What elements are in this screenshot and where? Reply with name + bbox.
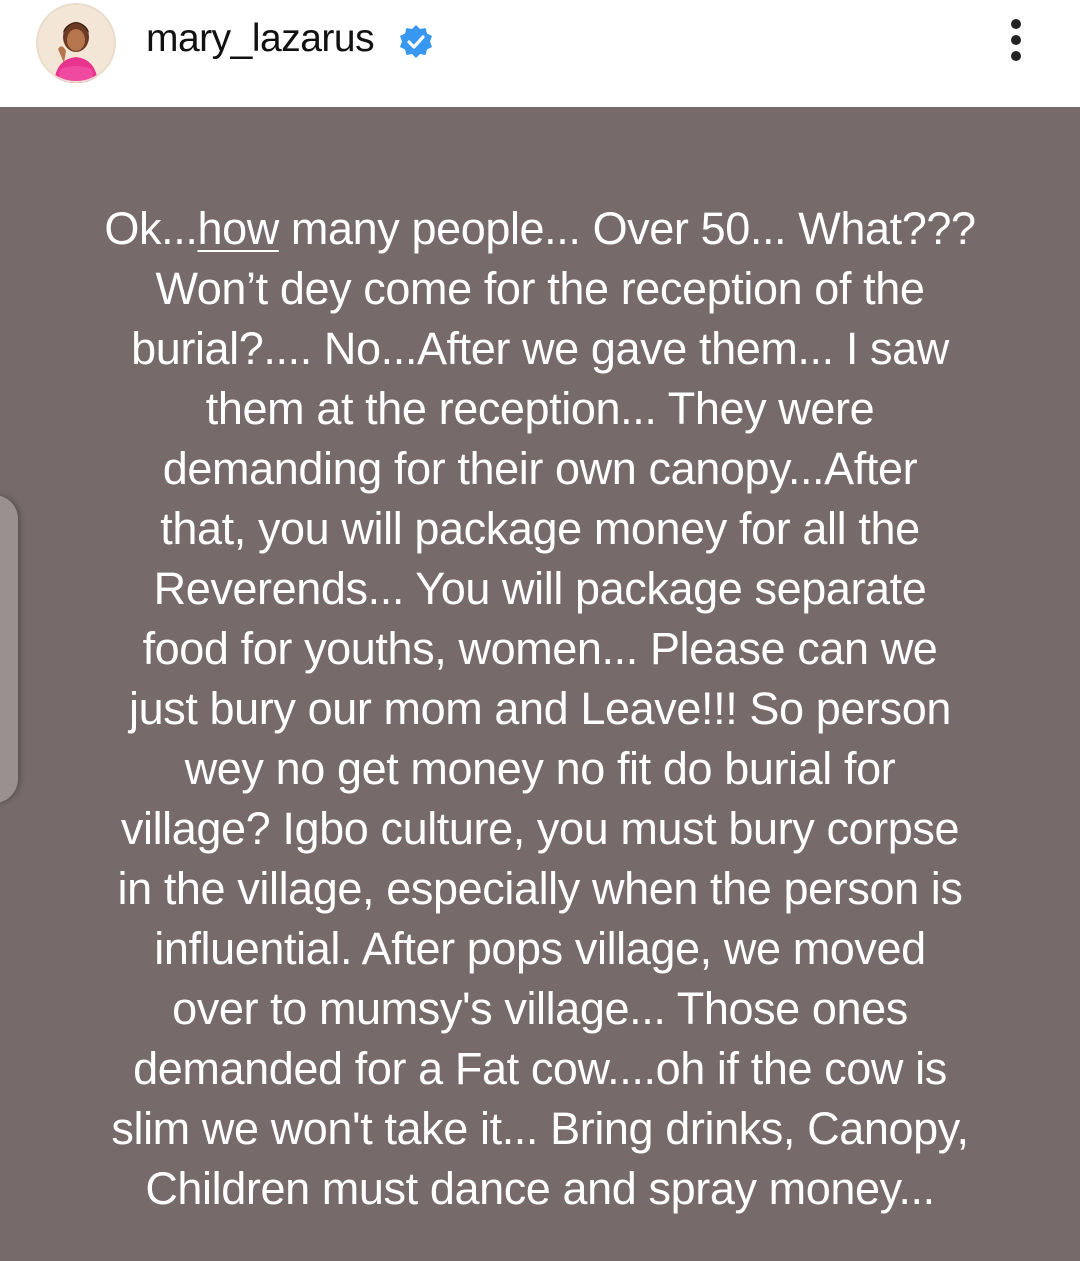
post-text-line: demanding for their own canopy...After (162, 443, 918, 494)
verified-badge-icon (400, 25, 432, 58)
profile-photo-icon (36, 3, 116, 83)
post-text-line: Reverends... You will package separate (153, 563, 927, 614)
post-text-line: wey no get money no fit do burial for (184, 743, 896, 794)
avatar[interactable] (36, 3, 116, 83)
inline-link[interactable]: how (197, 203, 279, 254)
side-panel-handle[interactable] (0, 495, 18, 803)
post-text-line: demanded for a Fat cow....oh if the cow … (133, 1043, 947, 1094)
post-text-line: burial?.... No...After we gave them... I… (131, 323, 949, 374)
post-text-line: Children must dance and spray money... (145, 1163, 935, 1214)
post-text-fragment: many people... Over 50... What??? (278, 203, 976, 254)
post-text-line: influential. After pops village, we move… (154, 923, 926, 974)
post-content: Ok...how many people... Over 50... What?… (0, 107, 1080, 1261)
post-text-line: food for youths, women... Please can we (142, 623, 938, 674)
post-text-line: village? Igbo culture, you must bury cor… (120, 803, 960, 854)
post-text-line: slim we won't take it... Bring drinks, C… (111, 1103, 969, 1154)
post-text-line: Ok...how many people... Over 50... What?… (30, 199, 1050, 259)
post-text: Ok...how many people... Over 50... What?… (30, 199, 1050, 1219)
post-text-line: that, you will package money for all the (160, 503, 920, 554)
post-text-line: Won’t dey come for the reception of the (155, 263, 925, 314)
post-text-fragment: Ok... (104, 203, 198, 254)
username[interactable]: mary_lazarus (146, 14, 375, 64)
post-text-line: just bury our mom and Leave!!! So person (129, 683, 951, 734)
post-header: mary_lazarus (0, 0, 1080, 107)
post-text-line: in the village, especially when the pers… (117, 863, 963, 914)
more-options-icon[interactable] (994, 16, 1038, 64)
post-text-line: over to mumsy's village... Those ones (172, 983, 908, 1034)
post-text-line: them at the reception... They were (205, 383, 875, 434)
